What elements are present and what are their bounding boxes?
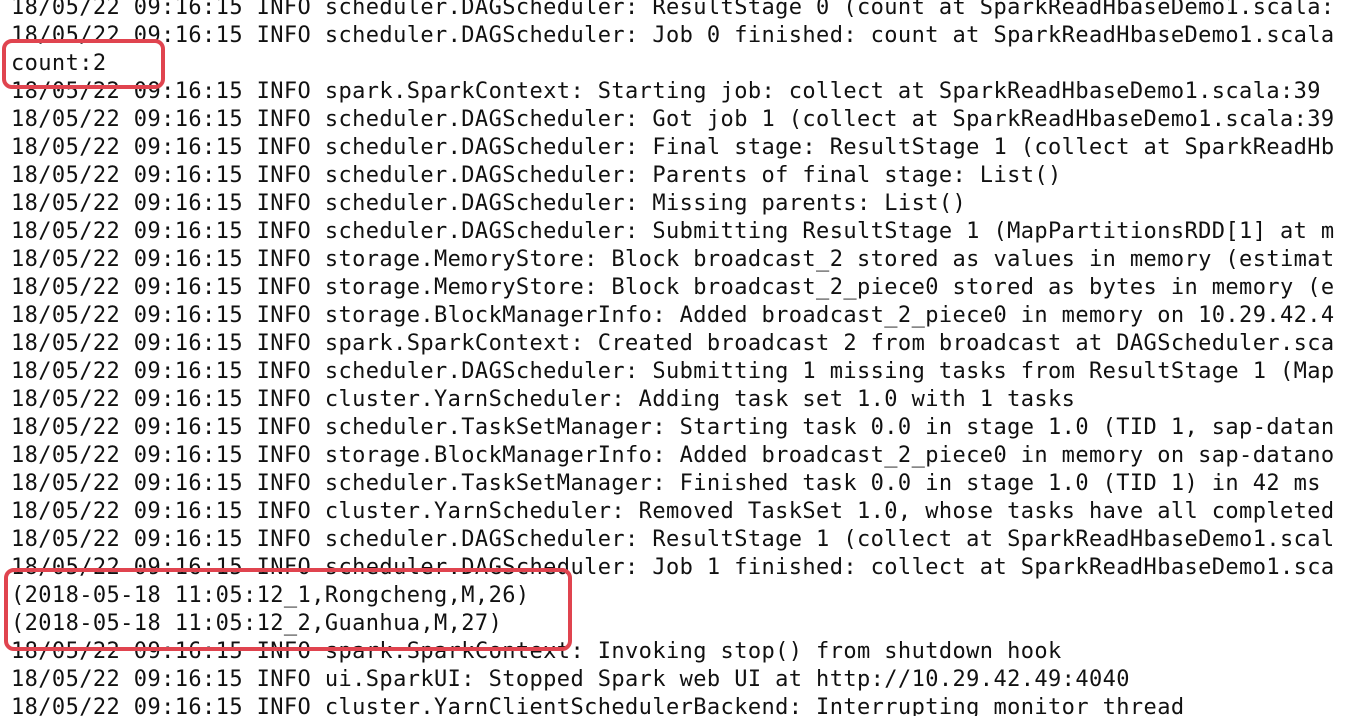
log-line: 18/05/22 09:16:15 INFO spark.SparkContex… <box>11 79 1321 104</box>
log-line: 18/05/22 09:16:15 INFO scheduler.DAGSche… <box>11 191 967 216</box>
log-line: 18/05/22 09:16:15 INFO ui.SparkUI: Stopp… <box>11 667 1130 692</box>
log-line: 18/05/22 09:16:15 INFO scheduler.DAGSche… <box>11 23 1335 48</box>
log-line: 18/05/22 09:16:15 INFO scheduler.DAGSche… <box>11 0 1335 20</box>
log-line: 18/05/22 09:16:15 INFO cluster.YarnClien… <box>11 695 1185 716</box>
terminal-output[interactable]: 18/05/22 09:16:15 INFO scheduler.DAGSche… <box>0 0 1364 716</box>
log-line: 18/05/22 09:16:15 INFO scheduler.TaskSet… <box>11 415 1335 440</box>
log-line: 18/05/22 09:16:15 INFO scheduler.DAGSche… <box>11 219 1335 244</box>
collect-result-row: (2018-05-18 11:05:12_2,Guanhua,M,27) <box>11 611 503 636</box>
log-line: 18/05/22 09:16:15 INFO storage.MemorySto… <box>11 247 1335 272</box>
log-line: 18/05/22 09:16:15 INFO scheduler.DAGSche… <box>11 163 1062 188</box>
log-line: 18/05/22 09:16:15 INFO cluster.YarnSched… <box>11 387 1076 412</box>
log-line: 18/05/22 09:16:15 INFO scheduler.DAGSche… <box>11 107 1335 132</box>
log-line: 18/05/22 09:16:15 INFO storage.BlockMana… <box>11 443 1335 468</box>
log-line: 18/05/22 09:16:15 INFO scheduler.TaskSet… <box>11 471 1321 496</box>
log-lines: 18/05/22 09:16:15 INFO scheduler.DAGSche… <box>11 0 1335 716</box>
log-line: 18/05/22 09:16:15 INFO storage.BlockMana… <box>11 303 1335 328</box>
log-line: 18/05/22 09:16:15 INFO storage.MemorySto… <box>11 275 1335 300</box>
log-line: 18/05/22 09:16:15 INFO scheduler.DAGSche… <box>11 527 1335 552</box>
log-line: 18/05/22 09:16:15 INFO spark.SparkContex… <box>11 331 1335 356</box>
log-line: 18/05/22 09:16:15 INFO scheduler.DAGSche… <box>11 555 1335 580</box>
log-line: 18/05/22 09:16:15 INFO scheduler.DAGSche… <box>11 359 1335 384</box>
log-line: 18/05/22 09:16:15 INFO scheduler.DAGSche… <box>11 135 1335 160</box>
collect-result-row: (2018-05-18 11:05:12_1,Rongcheng,M,26) <box>11 583 530 608</box>
log-line: 18/05/22 09:16:15 INFO cluster.YarnSched… <box>11 499 1335 524</box>
log-line: 18/05/22 09:16:15 INFO spark.SparkContex… <box>11 639 1062 664</box>
count-result-line: count:2 <box>11 51 107 76</box>
